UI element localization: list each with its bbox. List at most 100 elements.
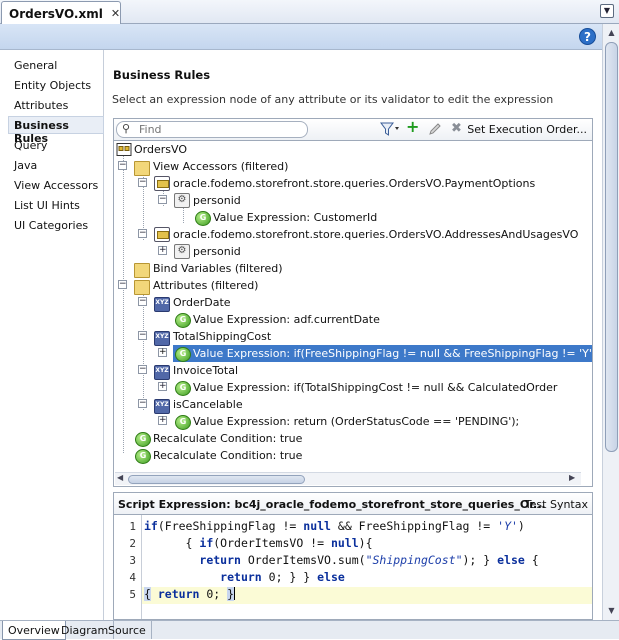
tree-row-attribute-totalshippingcost[interactable]: − XYZ TotalShippingCost [114,328,584,346]
tree-row-attribute-orderdate[interactable]: − XYZ OrderDate [114,294,584,312]
tree-row-label: InvoiceTotal [173,364,239,377]
tree-row-accessor-addresses[interactable]: − oracle.fodemo.storefront.store.queries… [114,226,584,243]
nav-item-list-ui-hints[interactable]: List UI Hints [14,199,80,212]
tree-row-label: personid [193,245,241,258]
tree-horizontal-scrollbar[interactable]: ◀ ▶ [115,472,581,485]
tree-row-recalculate-condition[interactable]: G Recalculate Condition: true [114,430,584,447]
code-line[interactable]: if(FreeShippingFlag != null && FreeShipp… [142,519,592,536]
tree-row-label: Value Expression: adf.currentDate [193,313,380,326]
tree-row-attributes[interactable]: − Attributes (filtered) [114,277,584,295]
tree-row-accessor-payment-options[interactable]: − oracle.fodemo.storefront.store.queries… [114,175,584,192]
tree-row-attribute-invoicetotal[interactable]: − XYZ InvoiceTotal [114,362,584,380]
find-field[interactable]: ⚲ [116,121,308,138]
collapse-icon[interactable]: − [118,280,127,289]
tree-row-value-expression-selected[interactable]: G Value Expression: if(FreeShippingFlag … [173,345,592,362]
find-input[interactable] [139,123,299,136]
code-line[interactable]: { if(OrderItemsVO != null){ [142,536,592,553]
tree-row-value-expression[interactable]: G Value Expression: CustomerId [114,209,584,226]
scroll-down-arrow-icon[interactable]: ▼ [605,604,618,617]
editor-view-tabs: Overview Diagram Source [0,620,619,640]
tree-row-value-expression[interactable]: + G Value Expression: if(TotalShippingCo… [114,379,584,396]
collapse-icon[interactable]: − [138,331,147,340]
expand-icon[interactable]: + [158,246,167,255]
groovy-expression-icon: G [135,449,151,464]
tree-row-label: Recalculate Condition: true [153,449,303,462]
tree-row-label: TotalShippingCost [173,330,272,343]
scroll-right-arrow-icon[interactable]: ▶ [569,473,575,482]
close-tab-icon[interactable]: ✕ [111,7,120,20]
collapse-icon[interactable]: − [138,365,147,374]
line-number: 5 [129,588,136,601]
nav-item-java[interactable]: Java [14,159,37,172]
groovy-expression-icon: G [135,432,151,447]
vertical-scrollbar[interactable]: ▲ ▼ [602,24,619,620]
nav-item-general[interactable]: General [14,59,57,72]
collapse-icon[interactable]: − [138,229,147,238]
vertical-scroll-thumb[interactable] [605,42,618,452]
tab-source[interactable]: Source [103,621,152,639]
nav-item-attributes[interactable]: Attributes [14,99,68,112]
editor-tab-ordersvo[interactable]: OrdersVO.xml ✕ [1,1,121,25]
view-accessor-icon [154,176,170,191]
business-rules-panel: Business Rules Select an expression node… [104,50,602,620]
filter-icon[interactable] [380,122,400,140]
edit-pencil-icon[interactable] [428,122,442,140]
code-line[interactable]: return 0; } } else [142,570,592,587]
scroll-left-arrow-icon[interactable]: ◀ [117,473,123,482]
attribute-icon: XYZ [154,365,170,380]
collapse-icon[interactable]: − [138,178,147,187]
search-icon: ⚲ [122,122,131,135]
business-rules-tree[interactable]: OrdersVO − View Accessors (filtered) − o… [113,140,593,487]
groovy-expression-icon: G [195,211,211,226]
tree-row-bind-variables[interactable]: Bind Variables (filtered) [114,260,584,278]
scroll-up-arrow-icon[interactable]: ▲ [605,26,618,39]
collapse-icon[interactable]: − [138,399,147,408]
expand-icon[interactable]: + [158,348,167,357]
nav-item-entity-objects[interactable]: Entity Objects [14,79,91,92]
line-number-gutter: 1 2 3 4 5 [114,515,142,619]
tree-row-attribute-iscancelable[interactable]: − XYZ isCancelable [114,396,584,414]
tree-row-label: OrdersVO [134,143,187,156]
delete-icon[interactable]: ✖ [451,122,462,136]
tree-row-label: OrderDate [173,296,231,309]
test-syntax-button[interactable]: Test Syntax [525,498,588,511]
attribute-icon: XYZ [154,331,170,346]
collapse-icon[interactable]: − [158,195,167,204]
tree-row-view-accessors[interactable]: − View Accessors (filtered) [114,158,584,176]
nav-item-query[interactable]: Query [14,139,47,152]
help-icon[interactable]: ? [579,28,596,45]
rules-toolbar: ⚲ + ✖ Set Execution Order... [113,118,593,140]
groovy-expression-icon: G [175,381,191,396]
script-expression-title: Script Expression: bc4j_oracle_fodemo_st… [118,498,546,511]
add-icon[interactable]: + [406,119,419,135]
code-line-current[interactable]: { return 0; } [142,587,592,604]
editor-tab-strip: OrdersVO.xml ✕ ▼ [0,0,619,25]
folder-icon [134,280,150,295]
tree-row-label: Value Expression: return (OrderStatusCod… [193,415,520,428]
collapse-icon[interactable]: − [138,297,147,306]
code-line[interactable]: return OrderItemsVO.sum("ShippingCost");… [142,553,592,570]
tree-row-personid[interactable]: − ⚙ personid [114,192,584,209]
tree-row-label: Recalculate Condition: true [153,432,303,445]
script-editor[interactable]: 1 2 3 4 5 if(FreeShippingFlag != null &&… [113,515,593,620]
folder-icon [134,161,150,176]
set-execution-order-button[interactable]: Set Execution Order... [467,123,587,136]
tree-row-value-expression[interactable]: G Value Expression: adf.currentDate [114,311,584,328]
groovy-expression-icon: G [175,347,191,362]
tree-row-value-expression[interactable]: + G Value Expression: return (OrderStatu… [114,413,584,430]
tree-horizontal-scroll-thumb[interactable] [128,475,305,484]
editor-navigation: General Entity Objects Attributes Busine… [0,50,104,620]
folder-icon [134,263,150,278]
line-number: 2 [129,537,136,550]
expand-icon[interactable]: + [158,416,167,425]
tree-row-label: personid [193,194,241,207]
tree-row-root[interactable]: OrdersVO [114,141,584,158]
nav-item-view-accessors[interactable]: View Accessors [14,179,98,192]
collapse-icon[interactable]: − [118,161,127,170]
tree-row-personid[interactable]: + ⚙ personid [114,243,584,260]
tab-list-dropdown-button[interactable]: ▼ [600,4,614,18]
nav-item-ui-categories[interactable]: UI Categories [14,219,88,232]
tree-row-recalculate-condition[interactable]: G Recalculate Condition: true [114,447,584,464]
line-number: 1 [129,520,136,533]
expand-icon[interactable]: + [158,382,167,391]
